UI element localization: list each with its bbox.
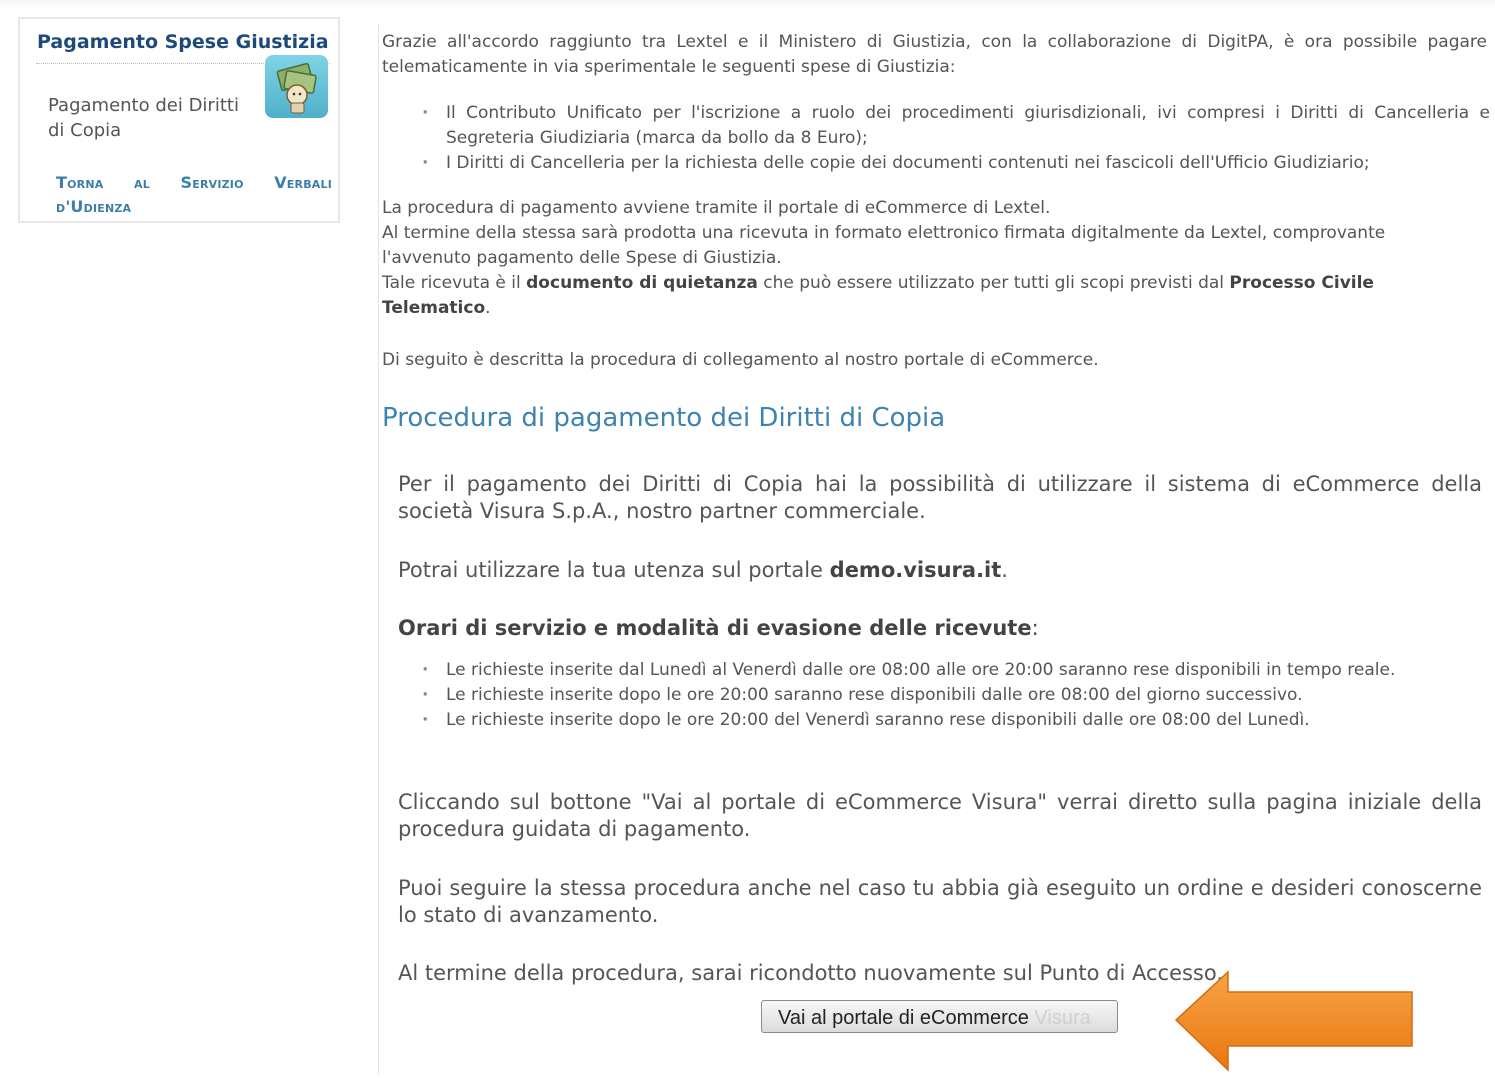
order-status-paragraph: Puoi seguire la stessa procedura anche n… — [398, 876, 1482, 927]
go-to-ecommerce-button[interactable]: Vai al portale di eCommerce Visura — [761, 1000, 1118, 1033]
quietanza-bold: documento di quietanza — [526, 273, 758, 293]
receipt-text: Tale ricevuta è il — [382, 273, 527, 293]
receipt-line: Al termine della stessa sarà prodotta un… — [382, 223, 1386, 268]
receipt-text: . — [485, 298, 491, 318]
content-border — [378, 24, 379, 1074]
visura-paragraph: Per il pagamento dei Diritti di Copia ha… — [398, 472, 1482, 523]
portal-domain: demo.visura.it — [829, 558, 1002, 582]
hours-heading: Orari di servizio e modalità di evasione… — [398, 615, 1482, 642]
receipt-quietanza-line: Tale ricevuta è il documento di quietanz… — [382, 271, 1472, 321]
procedure-line: La procedura di pagamento avviene tramit… — [382, 198, 1051, 218]
hours-list: Le richieste inserite dal Lunedì al Vene… — [382, 658, 1492, 733]
portal-text: . — [1001, 558, 1008, 582]
button-info-paragraph: Cliccando sul bottone "Vai al portale di… — [398, 790, 1482, 841]
back-to-verbali-link[interactable]: Torna al Servizio Verbali d'Udienza — [56, 171, 332, 219]
procedure-info: La procedura di pagamento avviene tramit… — [382, 196, 1472, 321]
hours-colon: : — [1031, 616, 1039, 640]
intro-paragraph: Grazie all'accordo raggiunto tra Lextel … — [382, 32, 1487, 77]
portal-text: Potrai utilizzare la tua utenza sul port… — [398, 558, 830, 582]
payable-fees-list: Il Contributo Unificato per l'iscrizione… — [382, 101, 1490, 176]
list-item: Il Contributo Unificato per l'iscrizione… — [382, 101, 1490, 151]
section-heading: Procedura di pagamento dei Diritti di Co… — [382, 403, 946, 433]
sidebar-item-diritti-di-copia[interactable]: Pagamento dei Diritti di Copia — [48, 93, 248, 143]
portal-paragraph: Potrai utilizzare la tua utenza sul port… — [398, 557, 1482, 584]
button-label: Vai al portale di eCommerce — [778, 1006, 1029, 1029]
list-item: I Diritti di Cancelleria per la richiest… — [382, 151, 1490, 176]
pointer-arrow-icon — [1172, 970, 1417, 1078]
top-shadow — [0, 0, 1495, 8]
button-label-faded: Visura — [1028, 1006, 1091, 1029]
description-line: Di seguito è descritta la procedura di c… — [382, 350, 1099, 370]
sidebar-box: Pagamento Spese Giustizia Pagamento dei … — [18, 17, 340, 223]
money-icon — [265, 55, 328, 118]
list-item: Le richieste inserite dal Lunedì al Vene… — [382, 658, 1492, 683]
sidebar-title: Pagamento Spese Giustizia — [37, 31, 329, 53]
hours-heading-text: Orari di servizio e modalità di evasione… — [398, 616, 1032, 640]
receipt-text: che può essere utilizzato per tutti gli … — [757, 273, 1230, 293]
list-item: Le richieste inserite dopo le ore 20:00 … — [382, 708, 1492, 733]
list-item: Le richieste inserite dopo le ore 20:00 … — [382, 683, 1492, 708]
